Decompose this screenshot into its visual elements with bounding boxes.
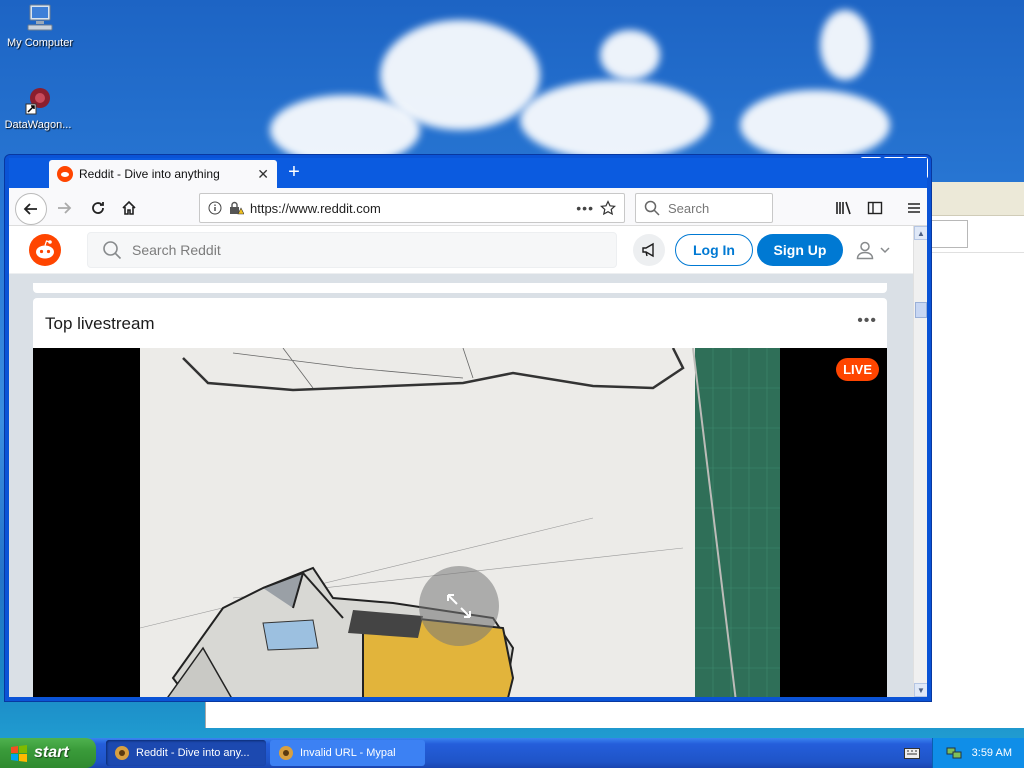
browser-window: _ □ ✕ Reddit - Dive into anything ✕ + — [4, 154, 932, 702]
page-actions-icon[interactable]: ••• — [576, 200, 594, 216]
signup-button[interactable]: Sign Up — [757, 234, 843, 266]
search-placeholder: Search — [668, 200, 710, 216]
tab-strip: Reddit - Dive into anything ✕ + — [9, 158, 927, 188]
browser-icon — [115, 746, 129, 760]
taskbar: start Reddit - Dive into any... Invalid … — [0, 738, 1024, 768]
wallpaper-cloud — [520, 80, 710, 160]
login-button[interactable]: Log In — [675, 234, 753, 266]
taskbar-item-reddit[interactable]: Reddit - Dive into any... — [106, 740, 266, 766]
previous-card — [33, 283, 887, 293]
megaphone-icon — [642, 242, 654, 258]
livestream-card: Top livestream ••• LIVE — [33, 298, 887, 697]
bookmark-star-icon — [600, 200, 616, 216]
menu-button[interactable] — [901, 195, 927, 221]
desktop-icon-my-computer[interactable]: My Computer — [0, 2, 80, 49]
clock[interactable]: 3:59 AM — [972, 747, 1012, 759]
start-label: start — [34, 744, 69, 761]
forward-button[interactable] — [51, 195, 77, 221]
desktop-icon-label: My Computer — [6, 37, 74, 49]
desktop-icon-label: DataWagon... — [4, 119, 72, 131]
new-tab-button[interactable]: + — [283, 161, 305, 185]
chevron-down-icon — [880, 247, 890, 254]
browser-search-box[interactable]: Search — [635, 193, 773, 223]
tab-title: Reddit - Dive into anything — [79, 167, 220, 181]
library-icon — [836, 201, 851, 215]
user-icon — [856, 241, 874, 260]
taskbar-item-label: Reddit - Dive into any... — [136, 747, 250, 759]
back-button[interactable] — [15, 193, 47, 225]
arrow-left-icon — [23, 203, 37, 215]
url-text: https://www.reddit.com — [250, 200, 381, 216]
navigation-toolbar: https://www.reddit.com ••• Search — [9, 188, 927, 226]
arrow-right-icon — [58, 202, 72, 214]
user-menu-button[interactable] — [855, 236, 895, 264]
reddit-logo-icon[interactable] — [29, 234, 61, 266]
network-icon[interactable] — [946, 745, 962, 761]
wallpaper-cloud — [820, 10, 870, 80]
close-tab-icon[interactable]: ✕ — [257, 166, 269, 183]
info-icon — [208, 201, 222, 215]
home-button[interactable] — [116, 195, 142, 221]
vertical-scrollbar[interactable]: ▲ ▼ — [913, 226, 927, 697]
datawagon-icon — [22, 84, 54, 116]
home-icon — [122, 200, 136, 215]
wallpaper-cloud — [740, 90, 890, 160]
reddit-page: Search Reddit Log In Sign Up Top livestr… — [9, 226, 913, 697]
start-button[interactable]: start — [0, 738, 96, 768]
keyboard-icon[interactable] — [904, 746, 920, 760]
windows-logo-icon — [11, 745, 27, 762]
hamburger-menu-icon — [908, 203, 920, 213]
expand-video-button[interactable] — [419, 566, 499, 646]
sidebar-icon — [867, 201, 883, 215]
search-icon — [644, 200, 660, 216]
scroll-up-icon[interactable]: ▲ — [914, 226, 927, 240]
browser-icon — [279, 746, 293, 760]
search-icon — [103, 241, 122, 260]
live-badge: LIVE — [836, 358, 879, 381]
reddit-favicon-icon — [57, 166, 73, 182]
reload-icon — [92, 202, 104, 214]
reload-button[interactable] — [85, 195, 111, 221]
reddit-search-placeholder: Search Reddit — [132, 242, 221, 258]
library-button[interactable] — [831, 195, 857, 221]
reddit-header: Search Reddit Log In Sign Up — [9, 226, 913, 274]
desktop-icon-datawagon[interactable]: DataWagon... — [0, 84, 78, 131]
sidebar-button[interactable] — [862, 195, 888, 221]
lock-warning-icon — [230, 201, 244, 215]
address-bar[interactable]: https://www.reddit.com ••• — [199, 193, 625, 223]
taskbar-item-label: Invalid URL - Mypal — [300, 747, 396, 759]
system-tray: 3:59 AM — [932, 738, 1024, 768]
livestream-video[interactable]: LIVE — [33, 348, 887, 697]
scroll-down-icon[interactable]: ▼ — [914, 683, 927, 697]
scroll-thumb[interactable] — [915, 302, 927, 318]
more-options-button[interactable]: ••• — [857, 312, 877, 330]
wallpaper-cloud — [600, 30, 660, 80]
advertise-button[interactable] — [633, 234, 665, 266]
taskbar-item-mypal[interactable]: Invalid URL - Mypal — [270, 740, 425, 766]
expand-icon — [447, 594, 471, 618]
computer-icon — [24, 2, 56, 34]
reddit-search-input[interactable]: Search Reddit — [87, 232, 617, 268]
browser-content: Reddit - Dive into anything ✕ + https://… — [9, 158, 927, 697]
tab-reddit[interactable]: Reddit - Dive into anything ✕ — [49, 160, 277, 188]
card-title: Top livestream — [45, 314, 155, 333]
